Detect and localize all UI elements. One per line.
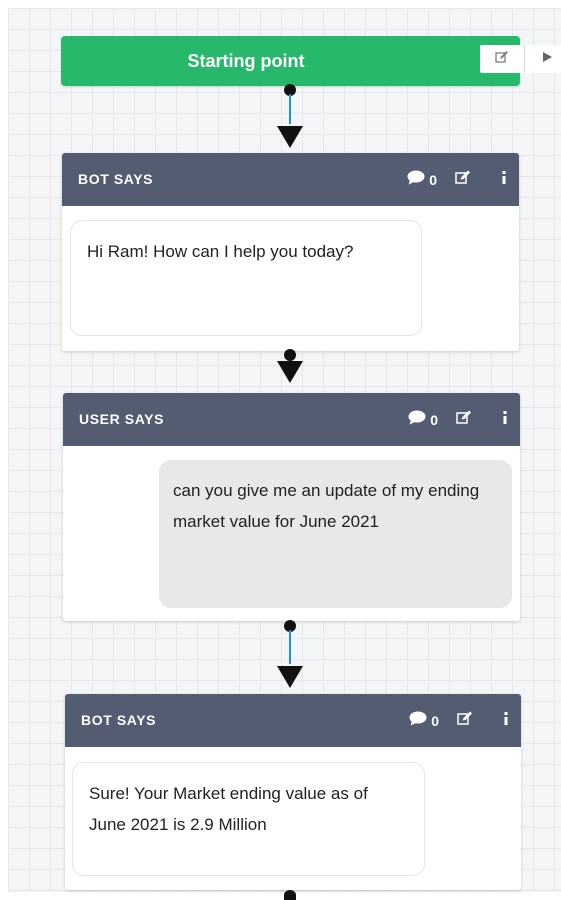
more-vertical-icon [502, 170, 506, 189]
comment-icon [408, 410, 426, 430]
edit-icon [495, 50, 509, 69]
node-header: BOT SAYS 0 [65, 694, 521, 747]
connector-dot[interactable] [284, 890, 296, 900]
node-type-label: BOT SAYS [81, 712, 157, 728]
arrow-down-icon [277, 126, 303, 148]
user-message-bubble: can you give me an update of my ending m… [159, 460, 512, 608]
arrow-down-icon [277, 666, 303, 688]
edit-icon [456, 410, 472, 429]
start-edit-button[interactable] [480, 45, 524, 73]
comment-count: 0 [430, 411, 438, 428]
play-icon [541, 50, 553, 68]
connector-dot[interactable] [284, 349, 296, 361]
comment-count: 0 [429, 171, 437, 188]
starting-point-title: Starting point [187, 50, 305, 71]
connector-line [289, 94, 291, 124]
node-type-label: USER SAYS [79, 411, 165, 427]
node-more-button[interactable] [502, 410, 508, 429]
node-tools: 0 [409, 694, 509, 747]
comment-icon [407, 170, 425, 190]
comment-icon [409, 711, 427, 731]
node-edit-button[interactable] [455, 170, 471, 189]
connector-line [289, 630, 291, 664]
more-vertical-icon [504, 711, 508, 730]
arrow-down-icon [277, 361, 303, 383]
node-more-button[interactable] [503, 711, 509, 730]
node-header: USER SAYS 0 [63, 393, 520, 446]
starting-point-node[interactable]: Starting point [61, 36, 561, 86]
comments-button[interactable]: 0 [409, 711, 439, 731]
node-type-label: BOT SAYS [78, 171, 154, 187]
bot-says-node[interactable]: BOT SAYS 0 Hi Ram! How can I help you to… [62, 153, 519, 351]
bot-message-bubble: Hi Ram! How can I help you today? [70, 220, 422, 336]
comments-button[interactable]: 0 [407, 170, 437, 190]
more-vertical-icon [503, 410, 507, 429]
node-tools: 0 [407, 153, 507, 206]
bot-says-node[interactable]: BOT SAYS 0 Sure! Your Market ending valu… [65, 694, 521, 890]
node-edit-button[interactable] [456, 410, 472, 429]
start-play-button[interactable] [524, 45, 561, 73]
bot-message-bubble: Sure! Your Market ending value as of Jun… [72, 762, 425, 876]
edit-icon [455, 170, 471, 189]
edit-icon [457, 711, 473, 730]
node-edit-button[interactable] [457, 711, 473, 730]
node-more-button[interactable] [501, 170, 507, 189]
user-says-node[interactable]: USER SAYS 0 can you give me an update of… [63, 393, 520, 621]
comments-button[interactable]: 0 [408, 410, 438, 430]
comment-count: 0 [431, 712, 439, 729]
starting-point-actions [480, 45, 561, 73]
node-tools: 0 [408, 393, 508, 446]
node-header: BOT SAYS 0 [62, 153, 519, 206]
